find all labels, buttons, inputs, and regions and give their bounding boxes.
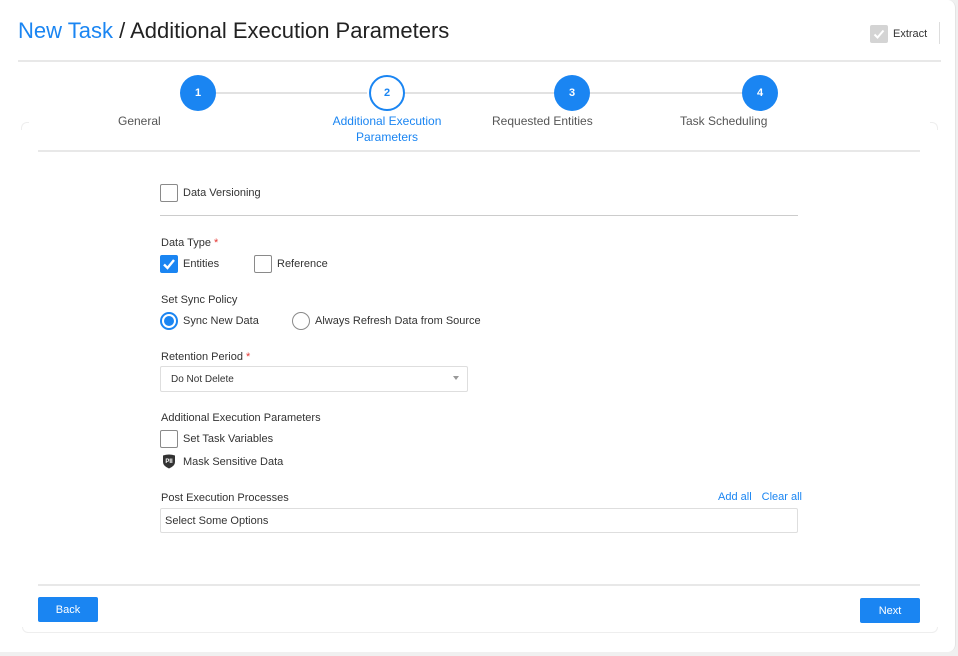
step-additional-execution-parameters[interactable]: 2 Additional Execution Parameters bbox=[307, 75, 467, 144]
step-task-scheduling[interactable]: 4 Task Scheduling bbox=[680, 75, 840, 128]
clear-all-link[interactable]: Clear all bbox=[762, 491, 802, 503]
post-execution-links: Add all Clear all bbox=[718, 491, 802, 503]
always-refresh-radio[interactable]: Always Refresh Data from Source bbox=[292, 312, 481, 330]
post-execution-label: Post Execution Processes bbox=[161, 492, 289, 504]
card-bottom-edge bbox=[22, 627, 938, 633]
step-general[interactable]: 1 General bbox=[118, 75, 278, 128]
always-refresh-label: Always Refresh Data from Source bbox=[315, 315, 481, 327]
radio-button[interactable] bbox=[292, 312, 310, 330]
step-number-badge: 4 bbox=[742, 75, 778, 111]
retention-period-value: Do Not Delete bbox=[171, 373, 234, 385]
required-mark: * bbox=[246, 351, 251, 363]
checkbox-box[interactable] bbox=[160, 430, 178, 448]
page-title: New Task / Additional Execution Paramete… bbox=[18, 18, 449, 44]
section-divider bbox=[160, 215, 798, 216]
step-label: Task Scheduling bbox=[680, 114, 768, 128]
radio-dot bbox=[164, 316, 174, 326]
step-requested-entities[interactable]: 3 Requested Entities bbox=[492, 75, 652, 128]
data-type-reference-checkbox[interactable]: Reference bbox=[254, 255, 328, 273]
back-button[interactable]: Back bbox=[38, 597, 98, 622]
step-number-badge: 1 bbox=[180, 75, 216, 111]
header-vertical-divider bbox=[939, 22, 940, 44]
footer-divider bbox=[38, 584, 920, 586]
mask-sensitive-data-label: Mask Sensitive Data bbox=[183, 455, 284, 468]
mask-sensitive-data-option[interactable]: PII Mask Sensitive Data bbox=[162, 454, 283, 469]
step-label: General bbox=[118, 114, 161, 128]
header-divider bbox=[18, 60, 941, 62]
svg-text:PII: PII bbox=[165, 459, 173, 465]
next-button[interactable]: Next bbox=[860, 598, 920, 623]
step-number-badge: 2 bbox=[369, 75, 405, 111]
breadcrumb-new-task[interactable]: New Task bbox=[18, 18, 113, 43]
retention-period-select[interactable]: Do Not Delete bbox=[160, 366, 468, 392]
step-label: Requested Entities bbox=[492, 114, 593, 128]
extract-checkbox-box[interactable] bbox=[870, 25, 888, 43]
checkmark-icon bbox=[873, 29, 885, 39]
dropdown-caret-icon bbox=[453, 376, 459, 380]
extract-checkbox[interactable]: Extract bbox=[870, 25, 927, 43]
checkmark-icon bbox=[163, 259, 175, 270]
pii-shield-icon: PII bbox=[163, 454, 175, 469]
extract-label: Extract bbox=[893, 28, 928, 40]
new-task-window: New Task / Additional Execution Paramete… bbox=[0, 0, 956, 652]
checkbox-box[interactable] bbox=[160, 255, 178, 273]
additional-params-label: Additional Execution Parameters bbox=[161, 412, 321, 424]
page-title-text: Additional Execution Parameters bbox=[130, 18, 450, 43]
step-label: Additional Execution Parameters bbox=[332, 114, 442, 144]
set-task-variables-label: Set Task Variables bbox=[183, 433, 274, 445]
breadcrumb-separator: / bbox=[112, 18, 131, 43]
retention-period-label-text: Retention Period bbox=[161, 351, 243, 363]
required-mark: * bbox=[214, 237, 219, 249]
data-type-label: Data Type * bbox=[161, 237, 218, 249]
sync-new-data-label: Sync New Data bbox=[183, 315, 259, 327]
sync-new-data-radio[interactable]: Sync New Data bbox=[160, 312, 259, 330]
data-versioning-checkbox[interactable]: Data Versioning bbox=[160, 184, 261, 202]
add-all-link[interactable]: Add all bbox=[718, 491, 752, 503]
data-versioning-label: Data Versioning bbox=[183, 187, 261, 199]
checkbox-box[interactable] bbox=[254, 255, 272, 273]
set-task-variables-checkbox[interactable]: Set Task Variables bbox=[160, 430, 273, 448]
entities-label: Entities bbox=[183, 258, 220, 270]
checkbox-box[interactable] bbox=[160, 184, 178, 202]
multiselect-placeholder: Select Some Options bbox=[165, 514, 269, 527]
post-execution-multiselect[interactable]: Select Some Options bbox=[160, 508, 798, 533]
reference-label: Reference bbox=[277, 258, 328, 270]
step-number-badge: 3 bbox=[554, 75, 590, 111]
data-type-entities-checkbox[interactable]: Entities bbox=[160, 255, 219, 273]
data-type-label-text: Data Type bbox=[161, 237, 211, 249]
radio-button[interactable] bbox=[160, 312, 178, 330]
sync-policy-label: Set Sync Policy bbox=[161, 294, 238, 306]
stepper-divider bbox=[38, 150, 920, 152]
wizard-stepper: 1 General 2 Additional Execution Paramet… bbox=[0, 75, 958, 150]
retention-period-label: Retention Period * bbox=[161, 351, 250, 363]
